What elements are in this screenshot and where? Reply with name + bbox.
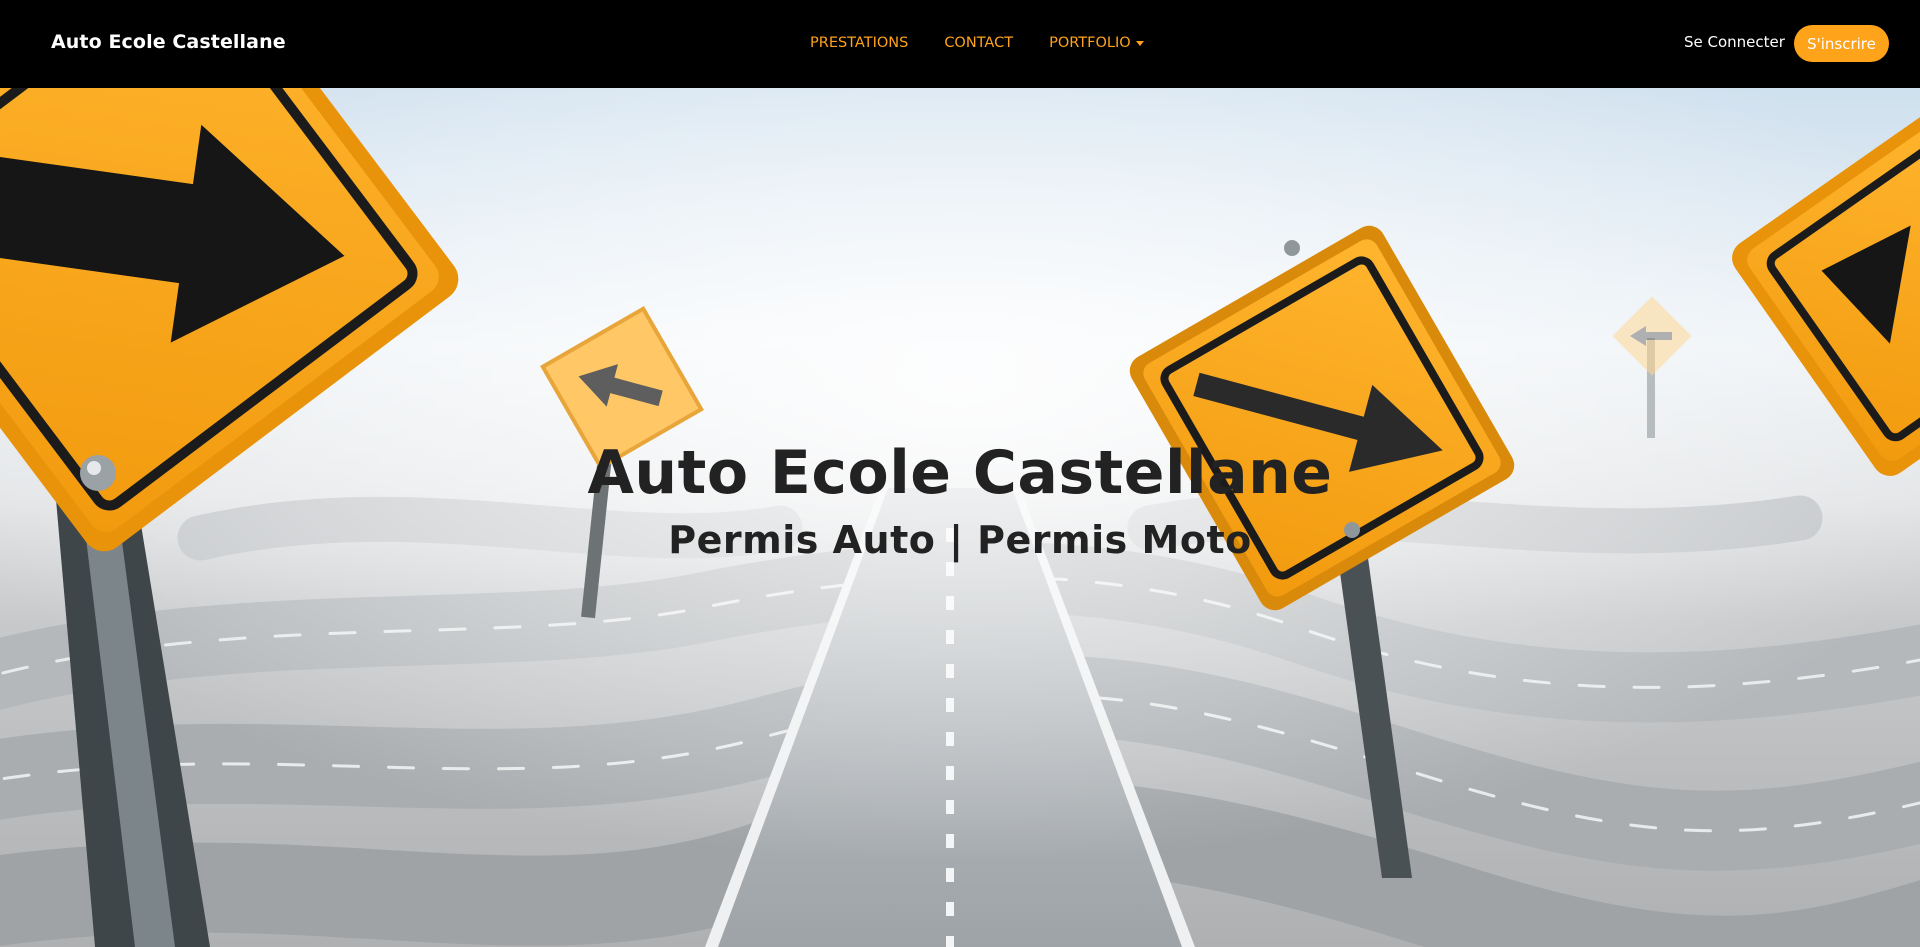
hero-title: Auto Ecole Castellane [587,438,1333,508]
hero-subtitle: Permis Auto | Permis Moto [668,518,1252,562]
caret-down-icon [1135,40,1144,46]
nav-link-prestations[interactable]: PRESTATIONS [810,35,908,51]
navbar: Auto Ecole Castellane PRESTATIONS CONTAC… [0,0,1920,88]
nav-dropdown-portfolio[interactable]: PORTFOLIO [1049,35,1144,51]
nav-link-contact[interactable]: CONTACT [944,35,1013,51]
signup-button[interactable]: S'inscrire [1794,25,1889,62]
brand-link[interactable]: Auto Ecole Castellane [51,31,286,53]
login-link[interactable]: Se Connecter [1684,33,1785,51]
nav-links: PRESTATIONS CONTACT PORTFOLIO [810,35,1180,51]
hero-section: Auto Ecole Castellane Permis Auto | Perm… [0,88,1920,947]
nav-dropdown-label: PORTFOLIO [1049,35,1131,51]
